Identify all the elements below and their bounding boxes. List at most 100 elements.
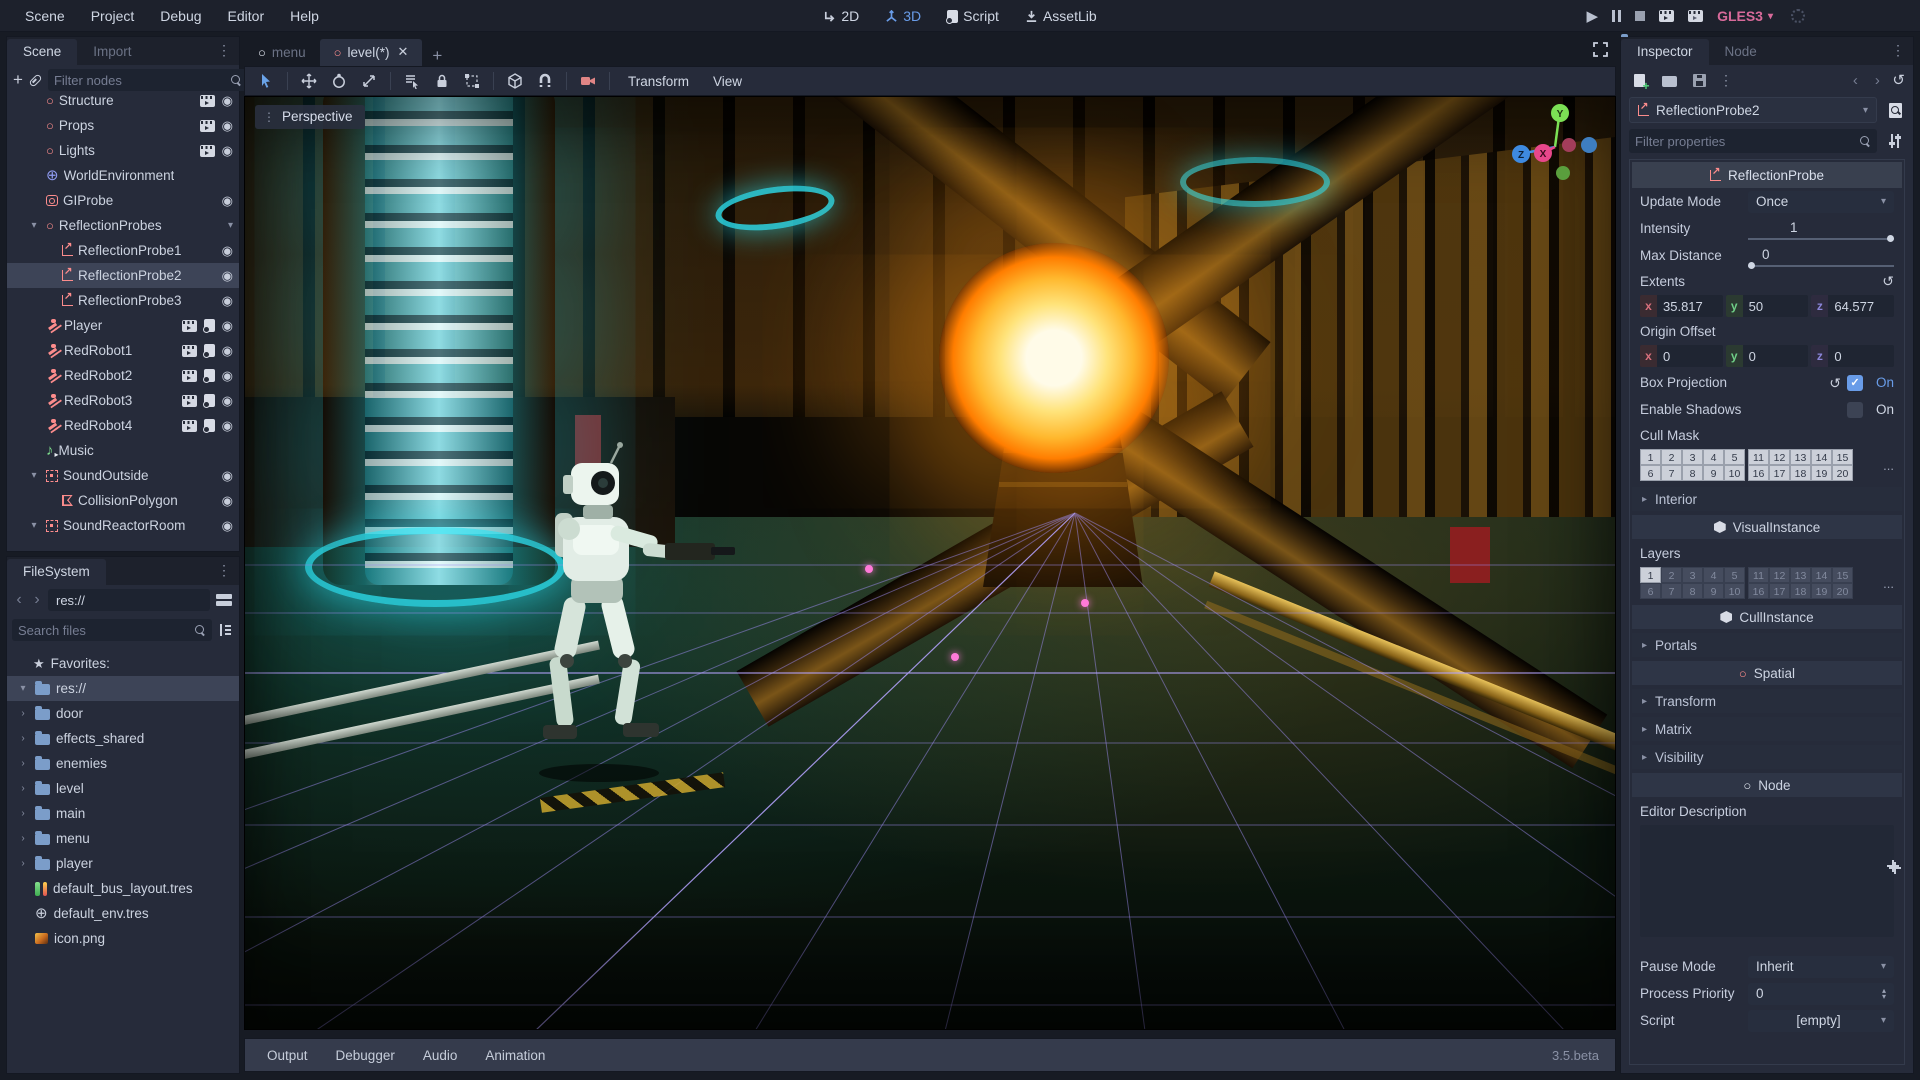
tree-node-lights[interactable]: ○ Lights ◉	[7, 138, 239, 163]
group-object-button[interactable]	[459, 69, 485, 93]
sort-files-button[interactable]	[216, 620, 234, 640]
save-resource-button[interactable]	[1689, 70, 1709, 90]
list-select-button[interactable]	[399, 69, 425, 93]
layer-cell-3[interactable]: 3	[1682, 449, 1703, 465]
add-node-button[interactable]	[13, 70, 23, 90]
layer-cell-3[interactable]: 3	[1682, 567, 1703, 583]
script-select[interactable]: [empty] ▾	[1748, 1009, 1894, 1032]
workspace-3d-button[interactable]: 3D	[885, 8, 921, 24]
menu-project[interactable]: Project	[80, 4, 146, 28]
editable-children-movie-icon[interactable]	[181, 319, 197, 332]
tab-scene[interactable]: Scene	[7, 39, 78, 65]
revert-icon[interactable]: ↺	[1882, 274, 1894, 288]
nav-back-icon[interactable]: ‹	[12, 592, 26, 608]
fold-visibility[interactable]: ▸ Visibility	[1632, 745, 1902, 769]
tree-node-reflectionprobe2[interactable]: ReflectionProbe2 ◉	[7, 263, 239, 288]
visibility-eye-icon[interactable]: ◉	[222, 194, 233, 207]
visibility-eye-icon[interactable]: ◉	[222, 144, 233, 157]
history-back-icon[interactable]: ‹	[1848, 73, 1862, 88]
layer-cell-12[interactable]: 12	[1769, 449, 1790, 465]
new-resource-button[interactable]	[1629, 70, 1650, 93]
layer-cell-7[interactable]: 7	[1661, 465, 1682, 481]
file-row-door[interactable]: › door	[7, 701, 239, 726]
snap-object-button[interactable]	[502, 69, 528, 93]
fold-portals[interactable]: ▸ Portals	[1632, 633, 1902, 657]
file-row-default-bus-layout-tres[interactable]: default_bus_layout.tres	[7, 876, 239, 901]
layer-cell-14[interactable]: 14	[1811, 449, 1832, 465]
slider-grabber[interactable]	[1887, 234, 1894, 242]
rotate-tool-button[interactable]	[326, 69, 352, 93]
expander-icon[interactable]: ▾	[27, 470, 41, 481]
visibility-eye-icon[interactable]: ◉	[222, 344, 233, 357]
layer-cell-4[interactable]: 4	[1703, 449, 1724, 465]
fold-interior[interactable]: ▸ Interior	[1632, 487, 1902, 511]
tree-node-props[interactable]: ○ Props ◉	[7, 113, 239, 138]
history-forward-icon[interactable]: ›	[1870, 73, 1884, 88]
extents-y-field[interactable]: y 50	[1725, 295, 1809, 317]
file-row-icon-png[interactable]: icon.png	[7, 926, 239, 951]
perspective-button[interactable]: ⋮ Perspective	[255, 105, 365, 129]
collapse-children-icon[interactable]: ▾	[228, 220, 233, 231]
file-row-main[interactable]: › main	[7, 801, 239, 826]
visibility-eye-icon[interactable]: ◉	[222, 519, 233, 532]
visibility-eye-icon[interactable]: ◉	[222, 244, 233, 257]
layer-cell-8[interactable]: 8	[1682, 583, 1703, 599]
layer-cell-12[interactable]: 12	[1769, 567, 1790, 583]
tree-node-soundoutside[interactable]: ▾ SoundOutside ◉	[7, 463, 239, 488]
visibility-eye-icon[interactable]: ◉	[222, 95, 233, 107]
layer-cell-7[interactable]: 7	[1661, 583, 1682, 599]
box-projection-checkbox[interactable]: ✓	[1846, 374, 1863, 391]
file-row-enemies[interactable]: › enemies	[7, 751, 239, 776]
mask-more-button[interactable]: ...	[1883, 576, 1894, 591]
revert-icon[interactable]: ↺	[1829, 376, 1841, 390]
debugger-button[interactable]: Debugger	[322, 1044, 409, 1067]
preview-camera-button[interactable]	[575, 69, 601, 93]
play-scene-button[interactable]	[1659, 10, 1675, 22]
layer-cell-18[interactable]: 18	[1790, 465, 1811, 481]
layer-cell-13[interactable]: 13	[1790, 449, 1811, 465]
toggle-split-mode-button[interactable]	[214, 590, 234, 610]
spinbox-arrows-icon[interactable]: ▴ ▾	[1882, 986, 1886, 1000]
layer-cell-9[interactable]: 9	[1703, 465, 1724, 481]
layer-cell-2[interactable]: 2	[1661, 567, 1682, 583]
resource-menu-icon[interactable]: ⋮	[1719, 72, 1733, 89]
tree-node-redrobot3[interactable]: RedRobot3 ◉	[7, 388, 239, 413]
layer-cell-14[interactable]: 14	[1811, 567, 1832, 583]
editable-children-movie-icon[interactable]	[181, 394, 197, 407]
tree-node-soundreactorroom[interactable]: ▾ SoundReactorRoom ◉	[7, 513, 239, 538]
enable-shadows-checkbox[interactable]	[1846, 401, 1863, 418]
editable-children-movie-icon[interactable]	[199, 144, 215, 157]
node-selector[interactable]: ReflectionProbe2 ▾	[1629, 97, 1877, 123]
file-row-level[interactable]: › level	[7, 776, 239, 801]
layer-cell-10[interactable]: 10	[1724, 583, 1745, 599]
visibility-eye-icon[interactable]: ◉	[222, 494, 233, 507]
layer-cell-1[interactable]: 1	[1640, 567, 1661, 583]
script-icon[interactable]	[202, 319, 215, 333]
expander-icon[interactable]: ›	[17, 808, 29, 819]
expander-icon[interactable]: ›	[17, 858, 29, 869]
tree-node-giprobe[interactable]: GIProbe ◉	[7, 188, 239, 213]
layer-cell-16[interactable]: 16	[1748, 465, 1769, 481]
3d-viewport[interactable]: ⋮ Perspective Y Z X	[244, 96, 1616, 1030]
editable-children-movie-icon[interactable]	[181, 419, 197, 432]
expander-icon[interactable]: ▾	[27, 520, 41, 531]
pause-button[interactable]	[1612, 10, 1622, 22]
fold-matrix[interactable]: ▸ Matrix	[1632, 717, 1902, 741]
tree-node-worldenvironment[interactable]: ⊕ WorldEnvironment	[7, 163, 239, 188]
menu-editor[interactable]: Editor	[217, 4, 276, 28]
tab-import[interactable]: Import	[77, 39, 147, 65]
section-node[interactable]: ○ Node	[1632, 773, 1902, 797]
open-docs-button[interactable]	[1885, 100, 1905, 120]
origin-x-field[interactable]: x0	[1640, 345, 1723, 367]
file-row-effects-shared[interactable]: › effects_shared	[7, 726, 239, 751]
dock-menu-icon[interactable]: ⋮	[211, 42, 237, 59]
tree-node-redrobot4[interactable]: RedRobot4 ◉	[7, 413, 239, 438]
workspace-script-button[interactable]: Script	[946, 8, 999, 24]
filter-properties-input[interactable]	[1635, 133, 1859, 149]
menu-help[interactable]: Help	[279, 4, 330, 28]
tree-node-collisionpolygon[interactable]: CollisionPolygon ◉	[7, 488, 239, 513]
editable-children-movie-icon[interactable]	[199, 95, 215, 107]
lock-object-button[interactable]	[429, 69, 455, 93]
file-row-default-env-tres[interactable]: ⊕ default_env.tres	[7, 901, 239, 926]
layer-cell-8[interactable]: 8	[1682, 465, 1703, 481]
